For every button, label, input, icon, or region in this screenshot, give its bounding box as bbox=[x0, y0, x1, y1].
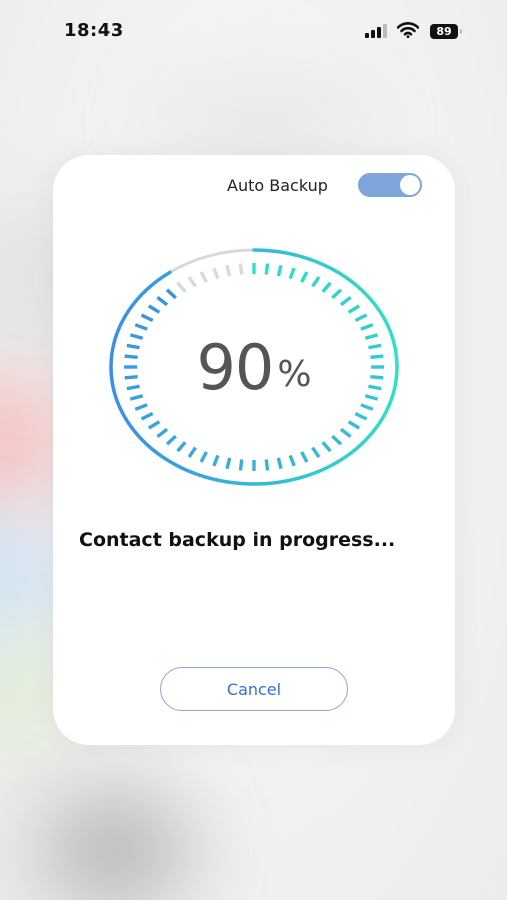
progress-tick-filled bbox=[360, 323, 374, 331]
progress-tick-empty bbox=[225, 264, 232, 277]
auto-backup-toggle[interactable] bbox=[358, 173, 422, 197]
progress-tick-filled bbox=[147, 420, 161, 430]
progress-tick-filled bbox=[264, 459, 270, 471]
progress-message: Contact backup in progress... bbox=[79, 529, 396, 551]
backup-progress-ring bbox=[109, 248, 399, 486]
progress-tick-filled bbox=[156, 427, 169, 438]
progress-tick-filled bbox=[276, 457, 283, 470]
progress-tick-filled bbox=[124, 354, 138, 359]
progress-tick-filled bbox=[129, 394, 144, 401]
battery-tip bbox=[460, 29, 462, 34]
progress-tick-filled bbox=[364, 394, 379, 401]
progress-tick-filled bbox=[126, 343, 140, 350]
progress-tick-filled bbox=[339, 296, 352, 307]
background-blur bbox=[150, 90, 370, 160]
progress-tick-filled bbox=[360, 403, 374, 411]
progress-tick-filled bbox=[347, 420, 361, 430]
cellular-signal-icon bbox=[365, 24, 387, 38]
progress-tick-filled bbox=[331, 288, 343, 300]
progress-tick-filled bbox=[321, 281, 332, 293]
progress-tick-empty bbox=[199, 271, 208, 283]
status-bar: 18:43 89 bbox=[0, 0, 507, 62]
progress-tick-empty bbox=[187, 275, 197, 288]
progress-tick-filled bbox=[300, 451, 309, 463]
progress-tick-filled bbox=[124, 375, 138, 380]
progress-tick-filled bbox=[212, 454, 220, 467]
progress-tick-filled bbox=[370, 375, 384, 380]
progress-tick-filled bbox=[368, 384, 382, 391]
progress-tick-filled bbox=[134, 323, 148, 331]
progress-tick-empty bbox=[176, 281, 187, 293]
wifi-icon bbox=[397, 22, 419, 38]
background-blur bbox=[0, 380, 50, 500]
background-blur bbox=[40, 790, 190, 900]
progress-tick-filled bbox=[199, 451, 208, 463]
backup-dialog: Auto Backup 90 % Contact backup in progr… bbox=[53, 155, 455, 745]
progress-tick-filled bbox=[311, 446, 321, 459]
progress-tick-filled bbox=[264, 263, 270, 275]
progress-tick-filled bbox=[321, 441, 332, 453]
progress-tick-filled bbox=[354, 313, 368, 323]
progress-tick-filled bbox=[126, 384, 140, 391]
progress-tick-filled bbox=[288, 267, 296, 280]
progress-tick-filled bbox=[147, 304, 161, 314]
progress-tick-filled bbox=[354, 411, 368, 421]
progress-ring-filled-arc bbox=[109, 248, 399, 486]
progress-tick-filled bbox=[129, 333, 144, 340]
cancel-button[interactable]: Cancel bbox=[160, 667, 348, 711]
progress-tick-filled bbox=[276, 264, 283, 277]
progress-tick-filled bbox=[134, 403, 148, 411]
progress-tick-filled bbox=[187, 446, 197, 459]
background-blur bbox=[0, 520, 50, 630]
progress-tick-filled bbox=[165, 288, 177, 300]
progress-tick-filled bbox=[225, 457, 232, 470]
progress-tick-filled bbox=[311, 275, 321, 288]
progress-tick-filled bbox=[300, 271, 309, 283]
progress-tick-filled bbox=[165, 434, 177, 446]
progress-tick-filled bbox=[339, 427, 352, 438]
progress-tick-filled bbox=[140, 313, 154, 323]
progress-tick-filled bbox=[347, 304, 361, 314]
battery-level: 89 bbox=[430, 24, 458, 39]
progress-tick-filled bbox=[331, 434, 343, 446]
progress-tick-filled bbox=[238, 459, 244, 471]
auto-backup-label: Auto Backup bbox=[227, 176, 328, 195]
progress-tick-filled bbox=[364, 333, 379, 340]
status-time: 18:43 bbox=[64, 20, 124, 41]
progress-tick-filled bbox=[368, 343, 382, 350]
progress-tick-filled bbox=[156, 296, 169, 307]
progress-tick-empty bbox=[238, 263, 244, 275]
progress-tick-filled bbox=[288, 454, 296, 467]
progress-tick-empty bbox=[212, 267, 220, 280]
progress-tick-filled bbox=[176, 441, 187, 453]
progress-tick-filled bbox=[140, 411, 154, 421]
toggle-knob bbox=[400, 175, 420, 195]
battery-icon: 89 bbox=[430, 24, 464, 39]
progress-tick-filled bbox=[370, 354, 384, 359]
background-blur bbox=[0, 640, 60, 750]
